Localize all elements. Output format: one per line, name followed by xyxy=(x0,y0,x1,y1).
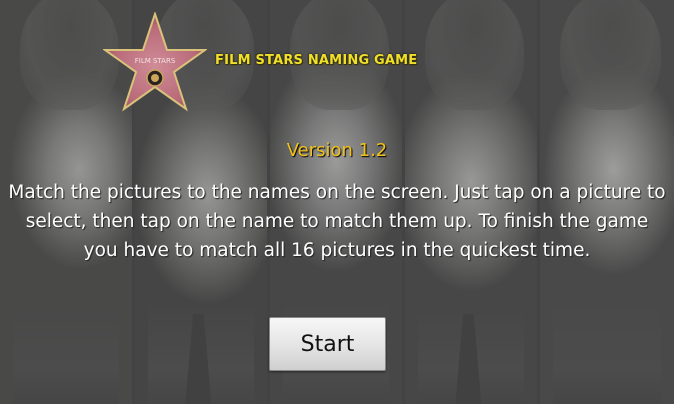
instructions-text: Match the pictures to the names on the s… xyxy=(8,182,666,261)
version-label: Version 1.2 xyxy=(286,140,388,161)
logo-label: FILM STARS xyxy=(134,57,176,65)
film-star-logo: FILM STARS xyxy=(103,12,207,112)
game-title: FILM STARS NAMING GAME xyxy=(215,53,418,68)
start-button[interactable]: Start xyxy=(269,317,386,371)
title-screen: FILM STARS FILM STARS NAMING GAME Versio… xyxy=(0,0,674,404)
